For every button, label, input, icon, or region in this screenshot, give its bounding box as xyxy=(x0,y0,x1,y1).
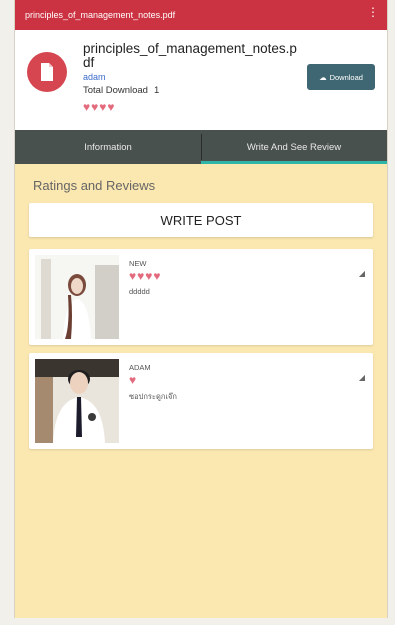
heart-icon: ♥ xyxy=(153,269,162,283)
uploader-name[interactable]: adam xyxy=(83,72,106,82)
reviewer-photo xyxy=(35,359,119,443)
reviewer-photo xyxy=(35,255,119,339)
section-title: Ratings and Reviews xyxy=(33,178,156,193)
reviews-content: Ratings and Reviews WRITE POST NEW ♥ ♥♥♥ … xyxy=(15,164,387,457)
pdf-file-icon xyxy=(27,52,67,92)
tab-bar: Information Write And See Review xyxy=(15,130,387,164)
tab-label: Information xyxy=(84,141,132,153)
review-comment: ซอปกระดูกเจ๊ก xyxy=(129,392,177,401)
write-post-label: WRITE POST xyxy=(160,212,242,228)
download-total-label: Total Download xyxy=(83,85,148,96)
heart-icon: ♥ xyxy=(83,100,92,114)
file-rating: ♥♥♥♥ xyxy=(83,100,116,114)
more-vert-icon[interactable]: ⋮ xyxy=(367,6,379,18)
download-button[interactable]: ☁ Download xyxy=(307,64,375,90)
cloud-download-icon: ☁ xyxy=(319,72,327,82)
review-comment: ddddd xyxy=(129,287,150,296)
review-rating: ♥♥♥♥ xyxy=(129,269,162,283)
expand-caret-icon[interactable]: ◢ xyxy=(359,269,365,278)
review-card[interactable]: NEW ♥♥♥♥ ddddd ◢ xyxy=(29,249,373,345)
app-screen: principles_of_management_notes.pdf ⋮ pri… xyxy=(14,0,388,618)
download-button-label: Download xyxy=(329,72,363,82)
reviewer-name: NEW xyxy=(129,259,147,268)
app-bar-title: principles_of_management_notes.pdf xyxy=(25,10,176,20)
review-card[interactable]: ADAM ♥ ซอปกระดูกเจ๊ก ◢ xyxy=(29,353,373,449)
download-total: Total Download 1 xyxy=(83,85,159,96)
file-header: principles_of_management_notes.p df adam… xyxy=(15,30,387,130)
tab-label: Write And See Review xyxy=(246,141,342,153)
reviewer-name: ADAM xyxy=(129,363,151,372)
heart-icon: ♥ xyxy=(129,373,138,387)
heart-icon: ♥ xyxy=(129,269,138,283)
review-rating: ♥ xyxy=(129,373,137,387)
file-title: principles_of_management_notes.p df xyxy=(83,41,297,70)
write-post-button[interactable]: WRITE POST xyxy=(29,203,373,237)
heart-icon: ♥ xyxy=(107,100,116,114)
tab-information[interactable]: Information xyxy=(15,130,201,164)
download-total-count: 1 xyxy=(153,85,160,96)
app-bar: principles_of_management_notes.pdf ⋮ xyxy=(15,0,387,30)
tab-write-and-see-review[interactable]: Write And See Review xyxy=(201,130,387,164)
expand-caret-icon[interactable]: ◢ xyxy=(359,373,365,382)
